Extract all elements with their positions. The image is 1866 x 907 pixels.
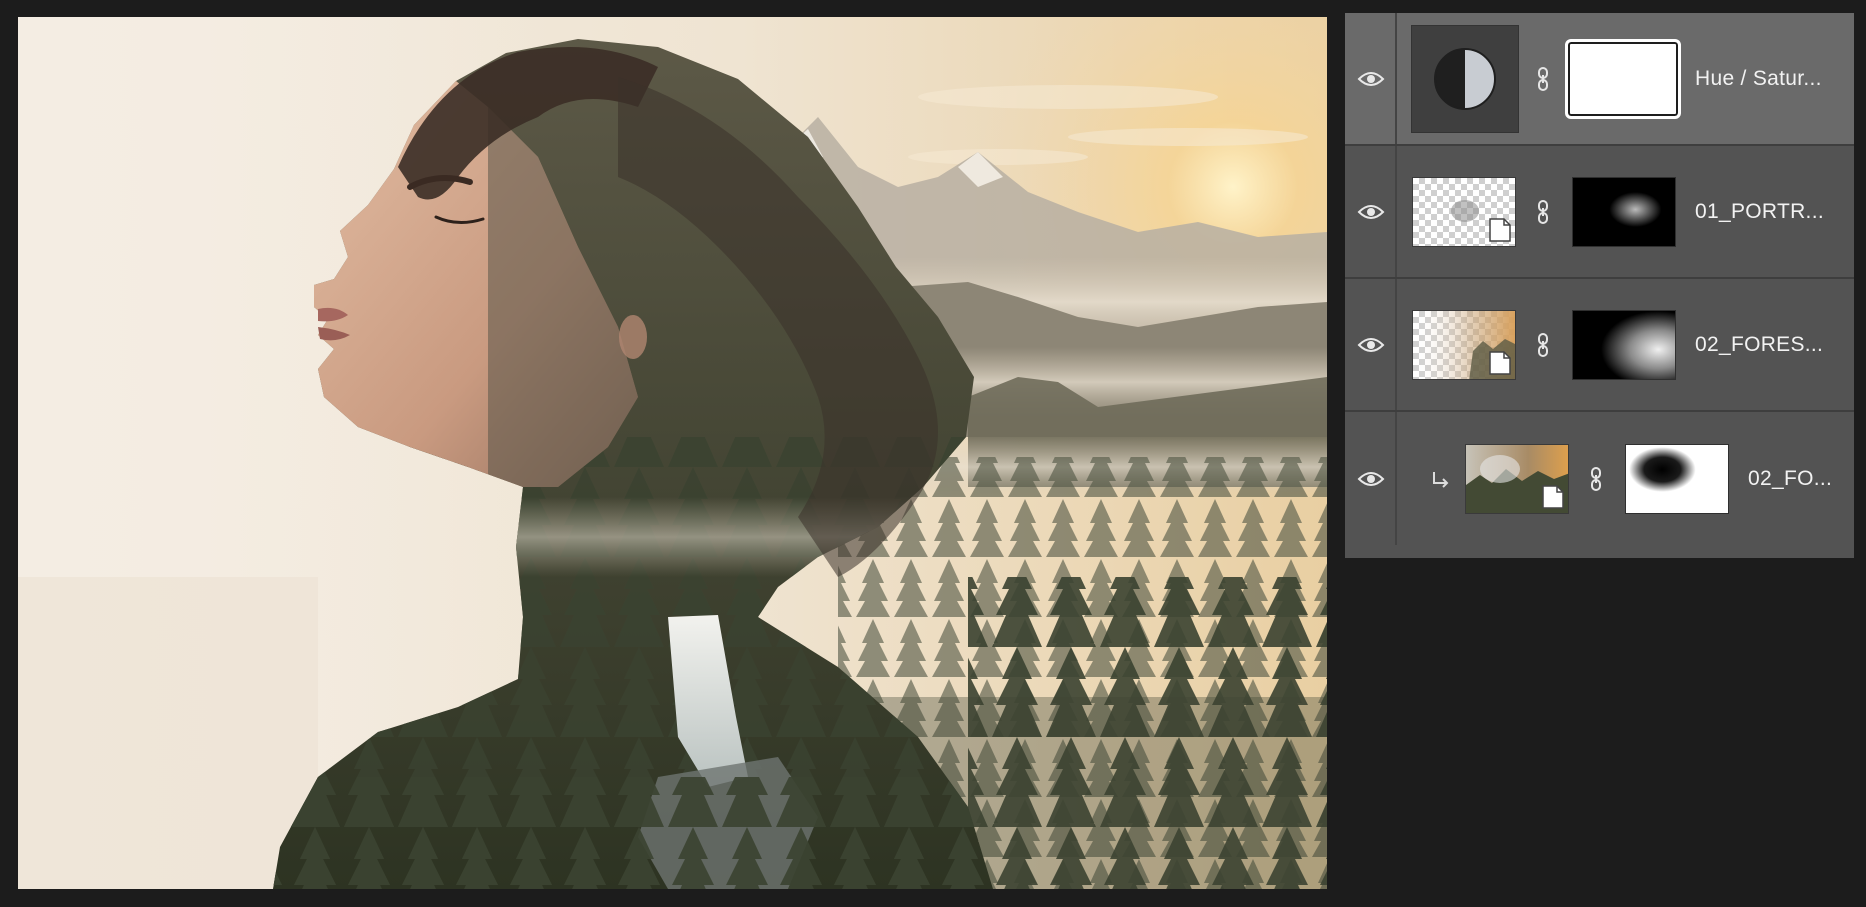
visibility-column xyxy=(1345,279,1397,410)
clip-arrow-icon xyxy=(1433,471,1449,488)
layer-mask-forest-clipped[interactable] xyxy=(1625,443,1729,514)
eye-icon[interactable] xyxy=(1357,202,1385,222)
layer-thumbnail-adjustment[interactable] xyxy=(1411,24,1519,133)
visibility-column xyxy=(1345,13,1397,144)
layer-mask-white[interactable] xyxy=(1565,38,1681,119)
layer-thumbnail-portrait[interactable] xyxy=(1412,176,1516,247)
mask-preview xyxy=(1626,444,1728,513)
eye-icon[interactable] xyxy=(1357,469,1385,489)
layer-name[interactable]: Hue / Satur... xyxy=(1695,67,1822,91)
layer-thumbnail-forest-clipped[interactable] xyxy=(1465,443,1569,514)
layer-thumbnail-forest[interactable] xyxy=(1412,309,1516,380)
mask-preview xyxy=(1573,310,1675,379)
layer-mask-forest[interactable] xyxy=(1572,309,1676,380)
smart-object-badge-icon xyxy=(1489,217,1511,242)
visibility-column xyxy=(1345,146,1397,277)
panel-empty-area xyxy=(1345,558,1854,889)
layer-row-hue-saturation[interactable]: Hue / Satur... xyxy=(1345,13,1854,146)
link-icon[interactable] xyxy=(1536,199,1550,225)
layers-panel: Hue / Satur... 01_PORTR... 02_FORES... 0… xyxy=(1345,13,1854,558)
link-icon[interactable] xyxy=(1589,466,1603,492)
layer-row-portrait[interactable]: 01_PORTR... xyxy=(1345,146,1854,279)
layer-name[interactable]: 02_FORES... xyxy=(1695,333,1823,357)
layer-name[interactable]: 01_PORTR... xyxy=(1695,200,1824,224)
layer-row-forest[interactable]: 02_FORES... xyxy=(1345,279,1854,412)
smart-object-badge-icon xyxy=(1542,484,1564,509)
link-icon[interactable] xyxy=(1536,66,1550,92)
smart-object-badge-icon xyxy=(1489,350,1511,375)
artwork xyxy=(18,17,1327,889)
eye-icon[interactable] xyxy=(1357,69,1385,89)
layer-mask-portrait[interactable] xyxy=(1572,176,1676,247)
document-canvas[interactable] xyxy=(18,17,1327,889)
mask-preview xyxy=(1573,177,1675,246)
visibility-column xyxy=(1345,412,1397,545)
layer-row-forest-clipped[interactable]: 02_FO... xyxy=(1345,412,1854,545)
link-icon[interactable] xyxy=(1536,332,1550,358)
hue-saturation-icon xyxy=(1434,47,1496,110)
app-window: Hue / Satur... 01_PORTR... 02_FORES... 0… xyxy=(0,0,1866,907)
layer-name[interactable]: 02_FO... xyxy=(1748,467,1832,491)
eye-icon[interactable] xyxy=(1357,335,1385,355)
